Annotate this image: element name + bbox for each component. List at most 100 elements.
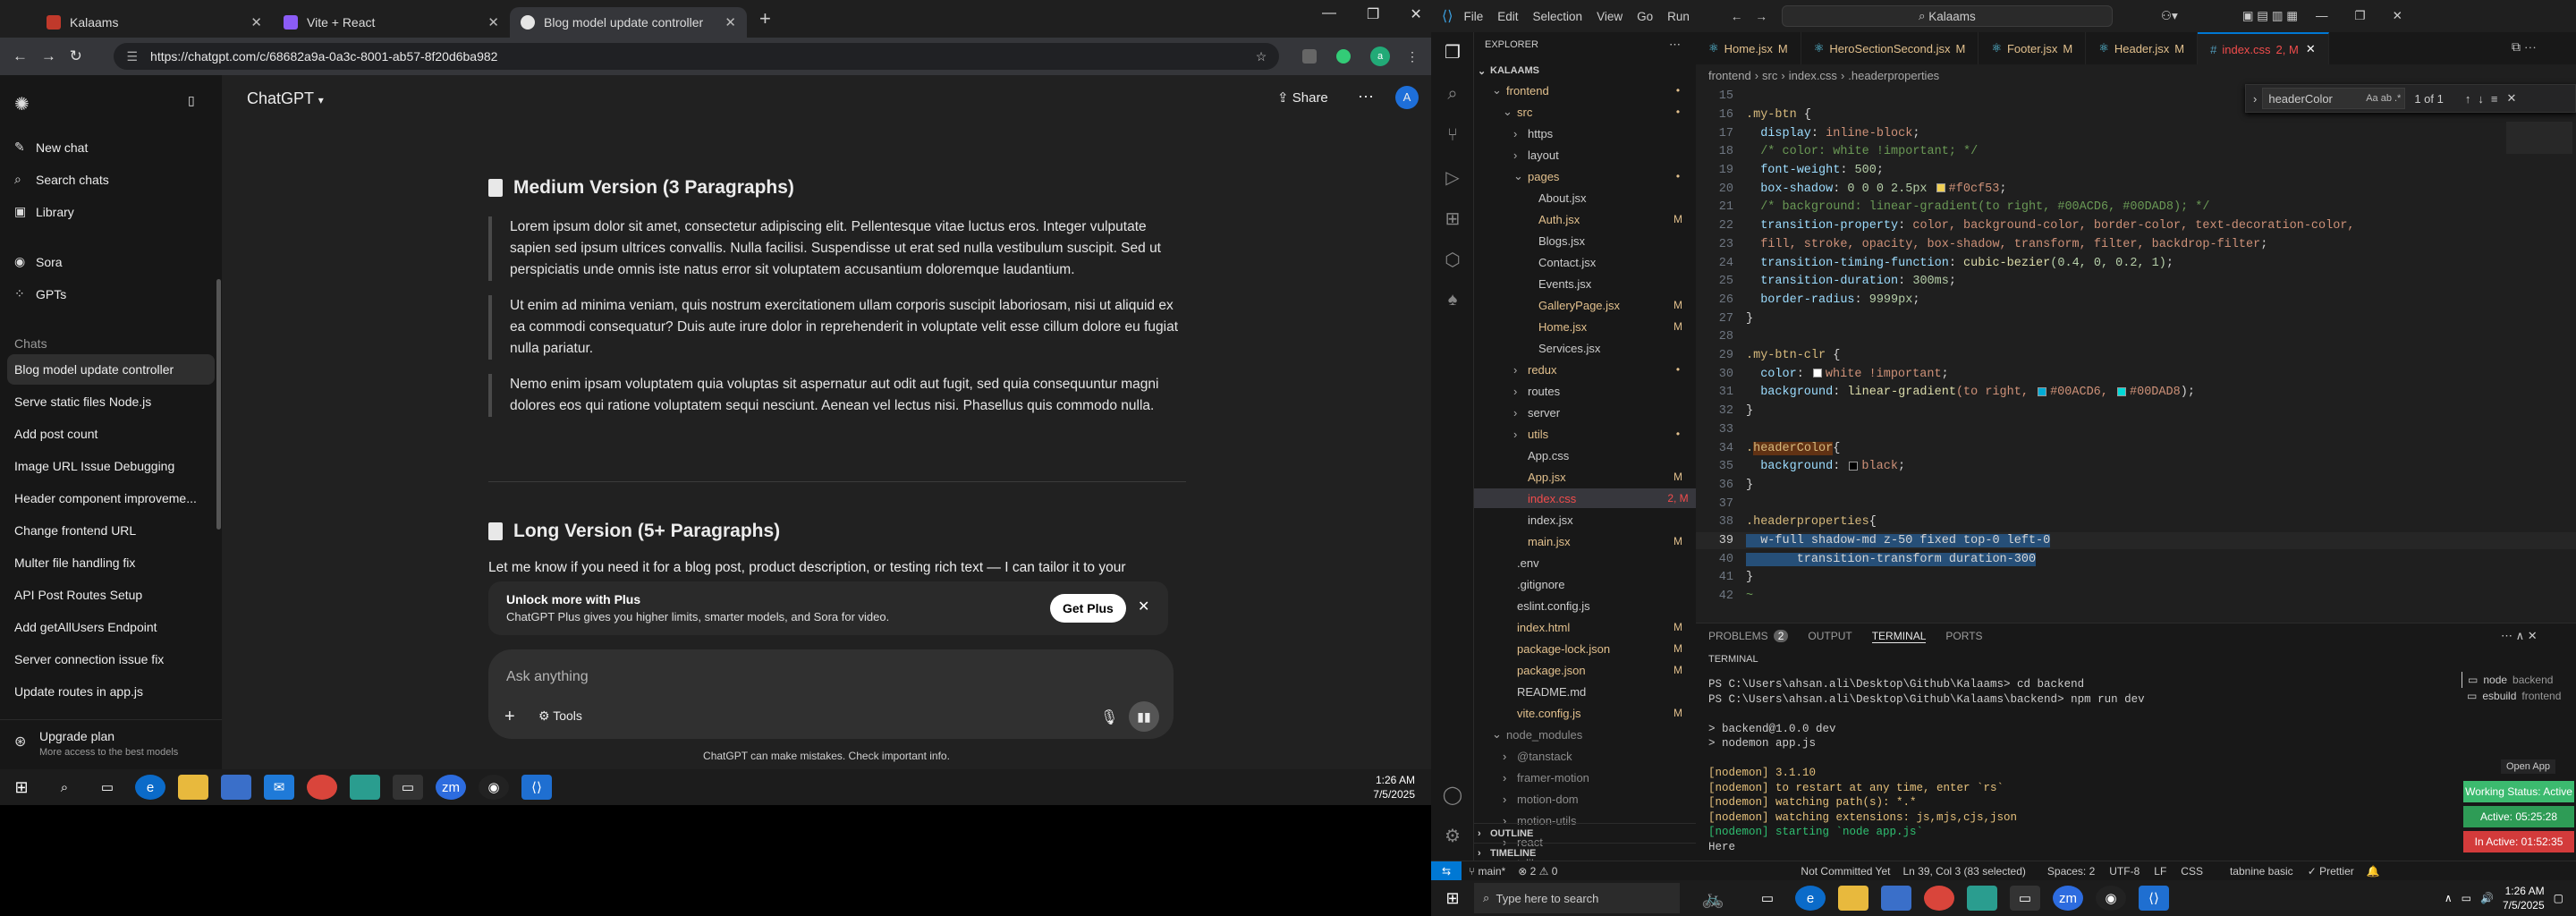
find-options-icon[interactable]: Aa ab .* bbox=[2366, 93, 2401, 104]
tree-item[interactable]: › utils • bbox=[1474, 424, 1696, 444]
menu-item[interactable]: Edit bbox=[1497, 10, 1518, 23]
panel-tab[interactable]: TERMINAL bbox=[1871, 630, 1927, 643]
forward-icon[interactable]: → bbox=[1755, 10, 1767, 23]
tree-item[interactable]: index.html M bbox=[1474, 617, 1696, 637]
tree-item[interactable]: GalleryPage.jsx M bbox=[1474, 295, 1696, 315]
browser-tab-vite[interactable]: Vite + React ✕ bbox=[273, 7, 510, 38]
open-app-button[interactable]: Open App bbox=[2501, 759, 2555, 774]
menu-item[interactable]: Go bbox=[1637, 10, 1653, 23]
site-info-icon[interactable]: ☰ bbox=[126, 49, 138, 64]
model-selector[interactable]: ChatGPT ▾ bbox=[247, 89, 324, 108]
tree-item[interactable]: index.css 2, M bbox=[1474, 488, 1696, 508]
close-tab-icon[interactable]: ✕ bbox=[487, 14, 499, 30]
reload-icon[interactable]: ↻ bbox=[70, 47, 98, 65]
color-swatch[interactable] bbox=[2117, 386, 2126, 396]
tree-item[interactable]: › layout bbox=[1474, 145, 1696, 165]
chat-history-item[interactable]: Server connection issue fix bbox=[7, 644, 215, 674]
find-in-selection-icon[interactable]: ≡ bbox=[2491, 92, 2498, 106]
zoom-icon[interactable]: zm bbox=[436, 775, 466, 800]
search-icon[interactable]: ⌕ bbox=[1442, 84, 1463, 106]
task-view-icon[interactable]: ▭ bbox=[1752, 886, 1783, 911]
branch-status[interactable]: ⑂ main* bbox=[1469, 865, 1505, 878]
breadcrumb-item[interactable]: .headerproperties bbox=[1848, 69, 1939, 82]
indentation-status[interactable]: Spaces: 2 bbox=[2047, 865, 2095, 878]
terminal-instance[interactable]: ▭ node backend bbox=[2462, 672, 2576, 688]
tree-item[interactable]: › @tanstack bbox=[1474, 746, 1696, 766]
close-banner-icon[interactable]: ✕ bbox=[1138, 598, 1149, 615]
tree-item[interactable]: Services.jsx bbox=[1474, 338, 1696, 358]
settings-gear-icon[interactable]: ⚙ bbox=[1442, 825, 1463, 846]
tree-item[interactable]: .gitignore bbox=[1474, 574, 1696, 594]
chat-history-item[interactable]: Add getAllUsers Endpoint bbox=[7, 612, 215, 642]
chevron-right-icon[interactable]: › bbox=[2253, 92, 2257, 106]
clock[interactable]: 1:26 AM 7/5/2025 bbox=[2503, 884, 2545, 912]
remote-indicator-icon[interactable]: ⇆ bbox=[1431, 861, 1462, 881]
minimize-icon[interactable]: — bbox=[2316, 9, 2328, 23]
close-tab-icon[interactable]: ✕ bbox=[724, 14, 736, 30]
close-tab-icon[interactable]: ✕ bbox=[250, 14, 262, 30]
volume-icon[interactable]: 🔊 bbox=[2480, 892, 2494, 904]
tree-item[interactable]: vite.config.js M bbox=[1474, 703, 1696, 723]
eol-status[interactable]: LF bbox=[2154, 865, 2166, 878]
editor-tab[interactable]: ⚛ Header.jsx M bbox=[2086, 32, 2199, 64]
back-icon[interactable]: ← bbox=[1731, 10, 1743, 23]
next-match-icon[interactable]: ↓ bbox=[2478, 92, 2484, 106]
tree-item[interactable]: › redux • bbox=[1474, 360, 1696, 379]
chat-history-item[interactable]: Multer file handling fix bbox=[7, 547, 215, 578]
file-explorer-icon[interactable] bbox=[178, 775, 208, 800]
more-options-icon[interactable]: ⋯ bbox=[1358, 88, 1374, 106]
forward-icon[interactable]: → bbox=[41, 47, 70, 65]
store-icon[interactable] bbox=[1881, 886, 1911, 911]
tree-item[interactable]: Home.jsx M bbox=[1474, 317, 1696, 336]
tree-item[interactable]: App.jsx M bbox=[1474, 467, 1696, 487]
tree-item[interactable]: Contact.jsx bbox=[1474, 252, 1696, 272]
terminal-instance[interactable]: ▭ esbuild frontend bbox=[2462, 688, 2576, 704]
timeline-section[interactable]: › TIMELINE bbox=[1474, 843, 1696, 862]
vscode-icon[interactable]: ⟨⟩ bbox=[2139, 886, 2169, 911]
tree-item[interactable]: ⌄ pages • bbox=[1474, 166, 1696, 186]
layout-icon[interactable]: ▣ ▤ ▥ ▦ bbox=[2242, 9, 2298, 23]
new-chat-button[interactable]: ✎ New chat bbox=[14, 140, 88, 155]
user-avatar[interactable]: A bbox=[1395, 86, 1419, 109]
breadcrumb-item[interactable]: frontend bbox=[1708, 69, 1751, 82]
tree-item[interactable]: Events.jsx bbox=[1474, 274, 1696, 293]
editor-tab[interactable]: # index.css 2, M ✕ bbox=[2198, 32, 2329, 64]
windows-start-icon[interactable]: ⊞ bbox=[6, 775, 37, 800]
sidebar-scrollbar[interactable] bbox=[216, 279, 221, 530]
network-icon[interactable]: ▭ bbox=[2462, 892, 2471, 904]
panel-tab[interactable]: PROBLEMS bbox=[1708, 630, 1768, 642]
gpts-button[interactable]: ⁘ GPTs bbox=[14, 286, 66, 301]
git-blame-status[interactable]: Not Committed Yet bbox=[1801, 865, 1890, 878]
tabnine-status[interactable]: tabnine basic bbox=[2230, 865, 2293, 878]
minimize-icon[interactable]: — bbox=[1322, 5, 1336, 23]
tools-button[interactable]: ⚙ Tools bbox=[538, 708, 582, 724]
sidebar-toggle-icon[interactable]: ▯ bbox=[188, 93, 209, 108]
extension-icon[interactable] bbox=[1302, 49, 1318, 64]
explorer-icon[interactable]: ❐ bbox=[1442, 41, 1463, 63]
menu-item[interactable]: File bbox=[1463, 10, 1483, 23]
microphone-icon[interactable]: 🎙 bbox=[1100, 708, 1118, 726]
mongodb-icon[interactable]: ♠ bbox=[1442, 290, 1463, 311]
prompt-input[interactable]: Ask anything bbox=[506, 669, 589, 685]
share-button[interactable]: ⇪ Share bbox=[1277, 89, 1328, 106]
obs-icon[interactable]: ◉ bbox=[479, 775, 509, 800]
tree-item[interactable]: Auth.jsx M bbox=[1474, 209, 1696, 229]
tree-item[interactable]: Blogs.jsx bbox=[1474, 231, 1696, 250]
tray-chevron-icon[interactable]: ∧ bbox=[2445, 892, 2453, 904]
maximize-icon[interactable]: ❐ bbox=[2355, 9, 2366, 23]
voice-mode-button[interactable]: ▮▮ bbox=[1129, 701, 1159, 732]
menu-item[interactable]: Selection bbox=[1533, 10, 1583, 23]
tree-item[interactable]: package.json M bbox=[1474, 660, 1696, 680]
terminal-icon[interactable]: ▭ bbox=[2010, 886, 2040, 911]
panel-actions-icon[interactable]: ⋯ ∧ ✕ bbox=[2501, 629, 2538, 643]
edge-icon[interactable]: e bbox=[135, 775, 165, 800]
chat-history-item[interactable]: Blog model update controller bbox=[7, 354, 215, 385]
code-editor[interactable]: 15 16 .my-btn {17 display: inline-block; 18… bbox=[1696, 88, 2576, 615]
split-editor-icon[interactable]: ⧉ ⋯ bbox=[2512, 39, 2537, 55]
vscode-insiders-icon[interactable] bbox=[1967, 886, 1997, 911]
run-debug-icon[interactable]: ▷ bbox=[1442, 166, 1463, 188]
vscode-insiders-icon[interactable] bbox=[350, 775, 380, 800]
chat-history-item[interactable]: Image URL Issue Debugging bbox=[7, 451, 215, 481]
task-view-icon[interactable]: ▭ bbox=[92, 775, 123, 800]
vscode-icon[interactable]: ⟨⟩ bbox=[521, 775, 552, 800]
